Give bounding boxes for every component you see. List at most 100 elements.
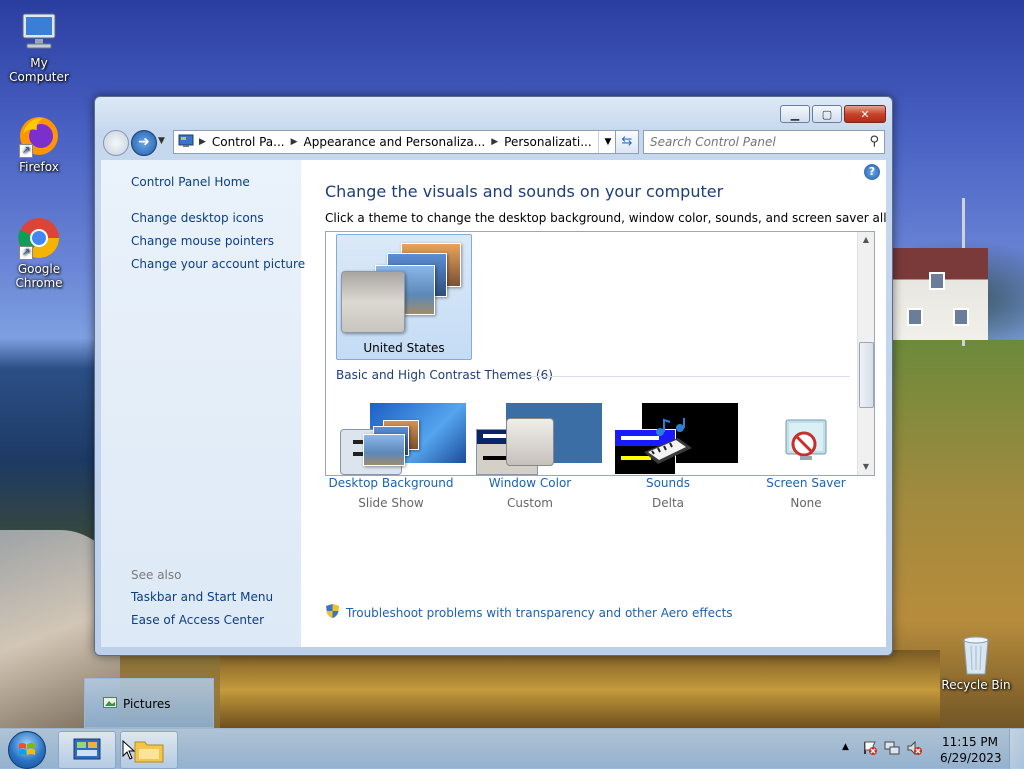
main-pane: ? Change the visuals and sounds on your …: [301, 160, 886, 647]
search-input[interactable]: [644, 134, 862, 150]
desktop-background-icon: [361, 418, 421, 470]
search-icon[interactable]: ⚲: [869, 134, 879, 149]
computer-icon: [17, 10, 61, 54]
desktop-icon-label: Recycle Bin: [941, 678, 1011, 692]
address-bar[interactable]: ▶ Control Pa... ▶ Appearance and Persona…: [173, 130, 618, 154]
windows-logo-icon: [18, 741, 36, 762]
basic-themes-heading: Basic and High Contrast Themes (6): [336, 368, 553, 382]
navigation-bar: ➜ ▼ ▶ Control Pa... ▶ Appearance and Per…: [103, 130, 885, 156]
personalization-window[interactable]: ▁ ▢ ✕ ➜ ▼ ▶ Control Pa... ▶ Appearance a…: [94, 96, 893, 656]
shortcut-arrow-icon: ↗: [19, 144, 33, 158]
breadcrumb-personalization[interactable]: Personalizati...: [500, 135, 595, 149]
theme-label: United States: [363, 341, 445, 355]
network-icon[interactable]: [884, 740, 900, 759]
recycle-bin-icon: [954, 632, 998, 676]
screen-saver-icon: [776, 418, 836, 470]
forward-arrow-icon: ➜: [138, 134, 150, 150]
window-color-value: Custom: [507, 496, 553, 510]
window-content: Control Panel Home Change desktop icons …: [101, 160, 886, 647]
window-color-link[interactable]: Window Color: [465, 476, 595, 490]
minimize-icon: ▁: [790, 107, 800, 121]
taskbar-tooltip[interactable]: Pictures: [84, 678, 214, 728]
show-hidden-icons-icon[interactable]: ▲: [842, 742, 849, 752]
window-controls: ▁ ▢ ✕: [778, 105, 886, 123]
left-navigation-pane: Control Panel Home Change desktop icons …: [101, 160, 305, 647]
mouse-cursor-icon: [122, 739, 136, 763]
screen-saver-link[interactable]: Screen Saver: [741, 476, 871, 490]
clock-date: 6/29/2023: [940, 751, 1002, 765]
breadcrumb-appearance[interactable]: Appearance and Personaliza...: [300, 135, 490, 149]
taskbar-control-panel-button[interactable]: [58, 731, 116, 769]
shield-icon: [325, 603, 340, 622]
desktop-wallpaper-grass: [220, 650, 940, 730]
forward-button[interactable]: ➜: [131, 130, 157, 156]
clock-time: 11:15 PM: [942, 735, 998, 749]
page-title: Change the visuals and sounds on your co…: [325, 182, 724, 201]
action-center-icon[interactable]: [862, 740, 878, 759]
minimize-button[interactable]: ▁: [780, 105, 810, 123]
window-color-setting[interactable]: Window Color Custom: [465, 418, 595, 510]
breadcrumb-control-panel[interactable]: Control Pa...: [208, 135, 289, 149]
window-color-icon: [500, 418, 560, 470]
pictures-folder-icon: [103, 696, 117, 711]
refresh-icon: ⇆: [621, 134, 633, 149]
control-panel-icon: [174, 134, 197, 151]
show-desktop-button[interactable]: [1009, 729, 1024, 769]
desktop-icon-label: Google Chrome: [15, 262, 63, 290]
link-ease-of-access[interactable]: Ease of Access Center: [131, 613, 264, 627]
link-change-desktop-icons[interactable]: Change desktop icons: [131, 211, 264, 225]
desktop-icon-label: My Computer: [9, 56, 69, 84]
sounds-link[interactable]: Sounds: [603, 476, 733, 490]
start-button[interactable]: [8, 731, 46, 769]
scroll-up-icon[interactable]: ▲: [858, 232, 874, 248]
screen-saver-value: None: [790, 496, 822, 510]
page-subtitle: Click a theme to change the desktop back…: [325, 211, 886, 225]
sounds-setting[interactable]: Sounds Delta: [603, 418, 733, 510]
breadcrumb-separator-icon: ▶: [491, 137, 499, 147]
desktop-background-setting[interactable]: Desktop Background Slide Show: [326, 418, 456, 510]
desktop-background-link[interactable]: Desktop Background: [326, 476, 456, 490]
refresh-button[interactable]: ⇆: [615, 130, 639, 154]
chevron-down-icon: ▼: [158, 136, 165, 146]
troubleshoot-link[interactable]: Troubleshoot problems with transparency …: [325, 603, 733, 622]
group-divider: [530, 376, 850, 377]
close-icon: ✕: [860, 107, 870, 121]
folder-icon: [133, 738, 165, 767]
clock[interactable]: 11:15 PM 6/29/2023: [940, 734, 1002, 766]
recent-pages-dropdown[interactable]: ▼: [158, 136, 165, 146]
help-button[interactable]: ?: [864, 164, 880, 180]
scrollbar-thumb[interactable]: [859, 342, 874, 408]
link-control-panel-home[interactable]: Control Panel Home: [131, 175, 250, 189]
desktop-background-value: Slide Show: [358, 496, 424, 510]
theme-united-states[interactable]: United States: [336, 234, 472, 360]
personalization-settings-row: Desktop Background Slide Show Window Col…: [301, 418, 886, 528]
screen-saver-setting[interactable]: Screen Saver None: [741, 418, 871, 510]
link-change-account-picture[interactable]: Change your account picture: [131, 257, 305, 271]
volume-muted-icon[interactable]: [906, 740, 922, 759]
chrome-icon: ↗: [17, 216, 61, 260]
desktop-wallpaper-house: [893, 248, 988, 340]
back-button[interactable]: [103, 130, 129, 156]
breadcrumb-separator-icon: ▶: [199, 137, 206, 147]
desktop-icon-firefox[interactable]: ↗ Firefox: [1, 114, 77, 174]
system-tray: ▲ 11:15 PM 6/29/2023: [834, 729, 1024, 769]
maximize-button[interactable]: ▢: [812, 105, 842, 123]
sounds-value: Delta: [651, 496, 684, 510]
desktop-icon-label: Firefox: [19, 160, 59, 174]
help-icon: ?: [868, 165, 876, 178]
desktop-icon-google-chrome[interactable]: ↗ Google Chrome: [1, 216, 77, 290]
tooltip-label: Pictures: [123, 696, 171, 711]
maximize-icon: ▢: [821, 107, 833, 121]
firefox-icon: ↗: [17, 114, 61, 158]
search-box[interactable]: ⚲: [643, 130, 885, 154]
control-panel-icon: [72, 737, 102, 766]
desktop-icon-my-computer[interactable]: My Computer: [1, 10, 77, 84]
troubleshoot-link-text: Troubleshoot problems with transparency …: [346, 605, 733, 620]
link-taskbar-start-menu[interactable]: Taskbar and Start Menu: [131, 590, 273, 604]
desktop-icon-recycle-bin[interactable]: Recycle Bin: [937, 632, 1015, 692]
breadcrumb-separator-icon: ▶: [290, 137, 298, 147]
see-also-heading: See also: [131, 568, 182, 582]
close-button[interactable]: ✕: [844, 105, 886, 123]
taskbar: ▲ 11:15 PM 6/29/2023: [0, 728, 1024, 769]
link-change-mouse-pointers[interactable]: Change mouse pointers: [131, 234, 274, 248]
